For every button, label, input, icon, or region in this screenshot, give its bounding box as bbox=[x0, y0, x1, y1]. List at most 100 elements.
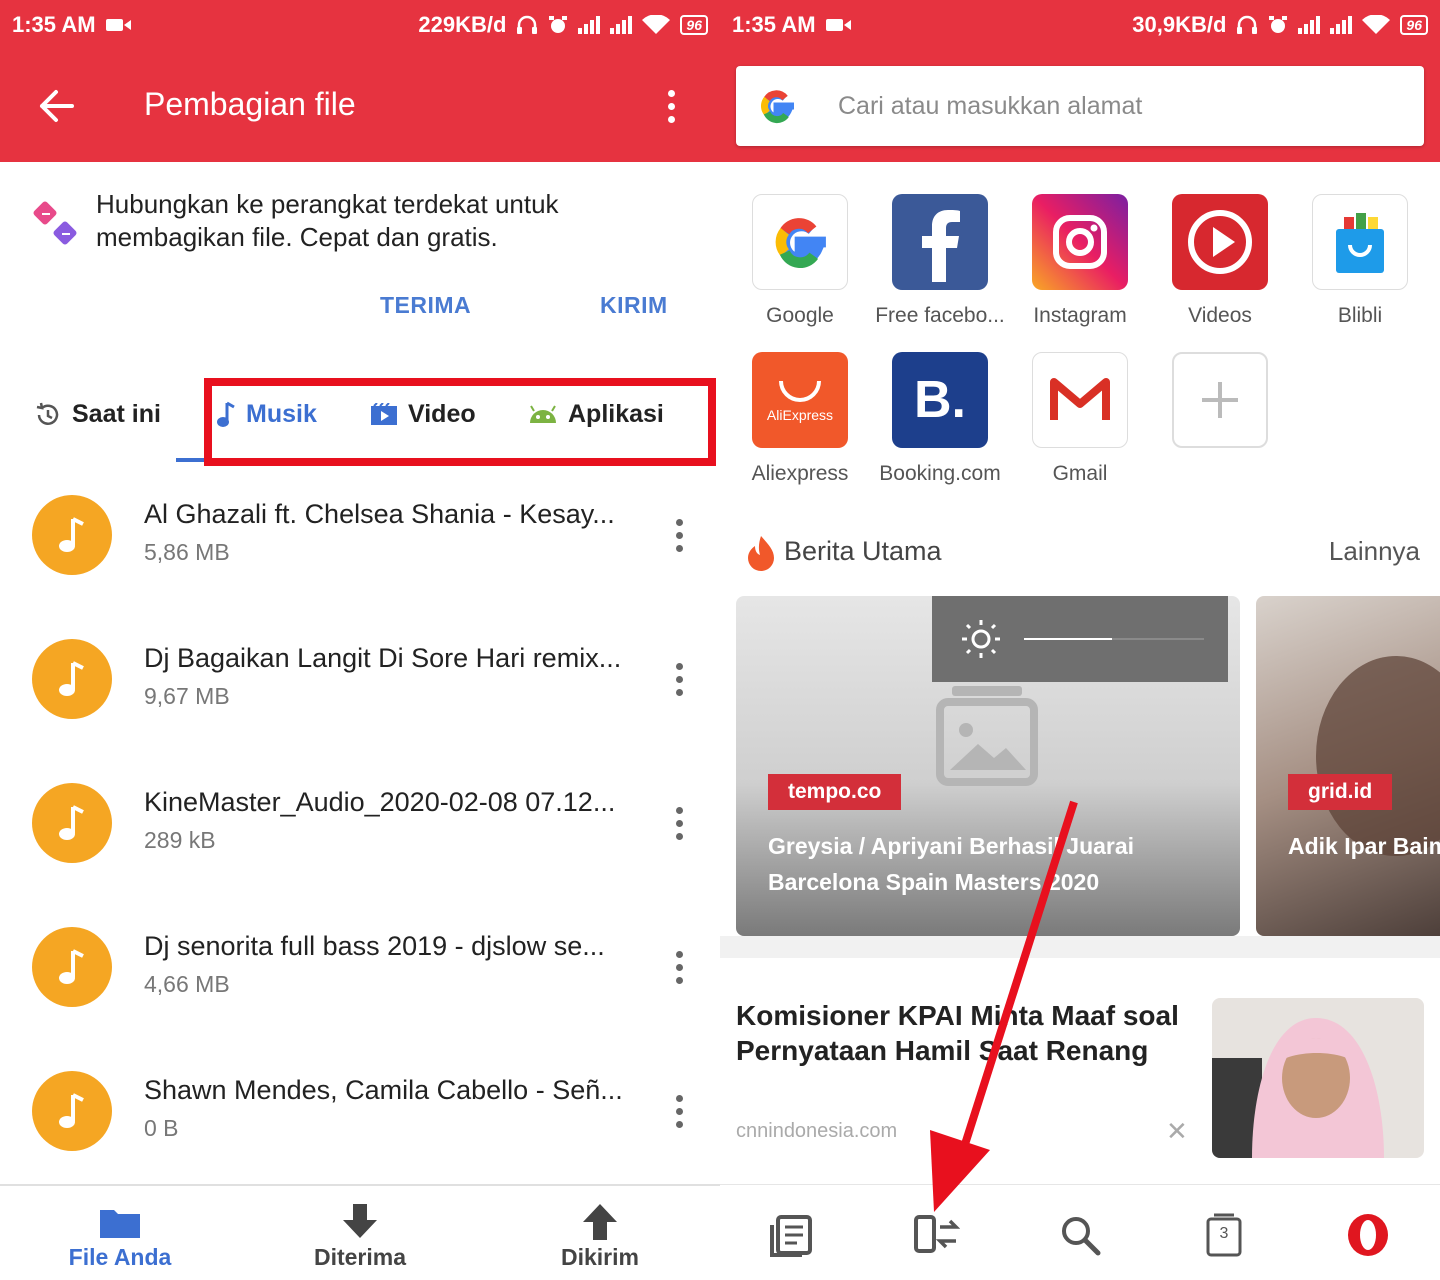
speed-dial-instagram[interactable]: Instagram bbox=[1010, 194, 1150, 328]
signal-icon bbox=[578, 16, 601, 34]
search-icon[interactable] bbox=[1056, 1211, 1104, 1259]
list-item[interactable]: Dj Bagaikan Langit Di Sore Hari remix...… bbox=[0, 639, 720, 783]
news-photo bbox=[1316, 656, 1440, 856]
fire-icon bbox=[748, 536, 774, 571]
nav-your-files[interactable]: File Anda bbox=[50, 1204, 190, 1271]
news-source-badge: tempo.co bbox=[768, 774, 902, 810]
nav-label: Dikirim bbox=[561, 1244, 639, 1270]
send-button[interactable]: KIRIM bbox=[600, 292, 668, 319]
tabs-icon[interactable]: 3 bbox=[1200, 1211, 1248, 1259]
more-options-icon[interactable] bbox=[668, 90, 675, 123]
speed-dial-label: Instagram bbox=[1033, 304, 1127, 327]
image-placeholder-icon bbox=[936, 686, 1038, 786]
speed-dial-facebook[interactable]: Free facebo... bbox=[870, 194, 1010, 328]
browser-home-screen: 1:35 AM 30,9KB/d 96 Cari atau masukkan a… bbox=[720, 0, 1440, 1280]
file-name: Dj senorita full bass 2019 - djslow se..… bbox=[144, 931, 605, 961]
app-bar: Pembagian file bbox=[0, 50, 720, 162]
history-icon bbox=[36, 402, 59, 425]
news-card-title: Greysia / Apriyani Berhasil Juarai Barce… bbox=[768, 833, 1135, 895]
wifi-icon bbox=[642, 15, 671, 34]
file-options-icon[interactable] bbox=[676, 519, 683, 552]
brightness-slider-fill[interactable] bbox=[1024, 638, 1112, 640]
signal-icon bbox=[1298, 16, 1321, 34]
receive-button[interactable]: TERIMA bbox=[380, 292, 471, 319]
speed-dial-grid: Google Free facebo... Instagram Videos B… bbox=[720, 162, 1440, 512]
file-size: 4,66 MB bbox=[144, 971, 230, 997]
list-item[interactable]: KineMaster_Audio_2020-02-08 07.12... 289… bbox=[0, 783, 720, 927]
speed-dial-gmail[interactable]: Gmail bbox=[1010, 352, 1150, 486]
list-item[interactable]: Dj senorita full bass 2019 - djslow se..… bbox=[0, 927, 720, 1071]
brightness-slider-track[interactable] bbox=[1112, 638, 1204, 640]
file-options-icon[interactable] bbox=[676, 1095, 683, 1128]
music-file-icon bbox=[32, 927, 112, 1007]
speed-dial-booking[interactable]: B. Booking.com bbox=[870, 352, 1010, 486]
news-source-badge: grid.id bbox=[1288, 774, 1393, 810]
article-source: cnnindonesia.com bbox=[736, 1120, 898, 1142]
speed-dial-videos[interactable]: Videos bbox=[1150, 194, 1290, 328]
brightness-icon bbox=[962, 620, 1000, 658]
tab-label: Saat ini bbox=[72, 400, 161, 428]
opera-icon[interactable] bbox=[1344, 1211, 1392, 1259]
music-file-icon bbox=[32, 639, 112, 719]
top-news-section: Berita Utama Lainnya tempo.co Greysia / … bbox=[720, 512, 1440, 936]
address-bar[interactable]: Cari atau masukkan alamat bbox=[736, 66, 1424, 146]
status-bar: 1:35 AM 30,9KB/d 96 bbox=[720, 0, 1440, 50]
nav-label: Diterima bbox=[313, 1244, 407, 1270]
file-name: Shawn Mendes, Camila Cabello - Señ... bbox=[144, 1075, 623, 1105]
tab-recent[interactable]: Saat ini bbox=[34, 400, 161, 429]
alarm-icon bbox=[1269, 16, 1288, 33]
status-time: 1:35 AM bbox=[732, 12, 816, 37]
news-card[interactable]: tempo.co Greysia / Apriyani Berhasil Jua… bbox=[736, 596, 1240, 936]
wifi-icon bbox=[1362, 15, 1391, 34]
network-speed: 30,9KB/d bbox=[1132, 12, 1227, 37]
file-options-icon[interactable] bbox=[676, 951, 683, 984]
nearby-share-icon bbox=[33, 201, 77, 245]
speed-dial-label: Google bbox=[766, 304, 834, 327]
bottom-navigation: File Anda Diterima Dikirim bbox=[0, 1184, 720, 1280]
file-share-icon[interactable] bbox=[912, 1211, 960, 1259]
gmail-icon bbox=[1032, 352, 1128, 448]
intro-text: Hubungkan ke perangkat terdekat untuk me… bbox=[96, 189, 559, 252]
speed-dial-label: Blibli bbox=[1337, 304, 1383, 327]
speed-dial-label: Free facebo... bbox=[875, 304, 1005, 327]
folder-icon bbox=[100, 1210, 140, 1238]
article-title: Komisioner KPAI Minta Maaf soal Pernyata… bbox=[736, 1000, 1179, 1066]
file-options-icon[interactable] bbox=[676, 807, 683, 840]
signal-icon bbox=[1330, 16, 1353, 34]
headphones-icon bbox=[1237, 15, 1258, 34]
speed-dial-label: Aliexpress bbox=[751, 462, 849, 485]
annotation-highlight-box bbox=[204, 378, 716, 466]
file-name: Al Ghazali ft. Chelsea Shania - Kesay... bbox=[144, 499, 615, 529]
add-speed-dial-button[interactable] bbox=[1150, 352, 1290, 462]
speed-dial-aliexpress[interactable]: AliExpress Aliexpress bbox=[730, 352, 870, 486]
aliexpress-logo-text: AliExpress bbox=[766, 407, 834, 423]
search-placeholder: Cari atau masukkan alamat bbox=[838, 91, 1143, 120]
file-name: Dj Bagaikan Langit Di Sore Hari remix... bbox=[144, 643, 622, 673]
list-item[interactable]: Al Ghazali ft. Chelsea Shania - Kesay...… bbox=[0, 495, 720, 639]
file-size: 5,86 MB bbox=[144, 539, 230, 565]
nav-sent[interactable]: Dikirim bbox=[530, 1204, 670, 1271]
news-card[interactable]: grid.id Adik Ipar Baim Pria yang Tak bbox=[1256, 596, 1440, 936]
play-icon bbox=[1172, 194, 1268, 290]
brightness-overlay bbox=[932, 596, 1228, 682]
nav-received[interactable]: Diterima bbox=[290, 1204, 430, 1271]
battery-indicator: 96 bbox=[1400, 15, 1428, 35]
page-title: Pembagian file bbox=[144, 86, 356, 122]
instagram-icon bbox=[1032, 194, 1128, 290]
file-sharing-screen: 1:35 AM 229KB/d 96 Pembagian file Hubung… bbox=[0, 0, 720, 1280]
more-news-link[interactable]: Lainnya bbox=[1329, 536, 1420, 567]
file-options-icon[interactable] bbox=[676, 663, 683, 696]
news-article-item[interactable]: Komisioner KPAI Minta Maaf soal Pernyata… bbox=[720, 958, 1440, 1184]
speed-dial-blibli[interactable]: Blibli bbox=[1290, 194, 1430, 328]
news-icon[interactable] bbox=[768, 1211, 816, 1259]
news-card-title: Adik Ipar Baim Pria yang Tak bbox=[1288, 833, 1440, 859]
dismiss-article-button[interactable]: ✕ bbox=[1166, 1116, 1188, 1147]
speed-dial-label: Videos bbox=[1188, 304, 1252, 327]
alarm-icon bbox=[549, 16, 568, 33]
download-arrow-icon bbox=[343, 1204, 377, 1238]
speed-dial-google[interactable]: Google bbox=[730, 194, 870, 328]
music-file-icon bbox=[32, 1071, 112, 1151]
back-arrow-icon[interactable] bbox=[36, 88, 76, 124]
music-file-icon bbox=[32, 783, 112, 863]
video-record-icon bbox=[105, 19, 131, 31]
